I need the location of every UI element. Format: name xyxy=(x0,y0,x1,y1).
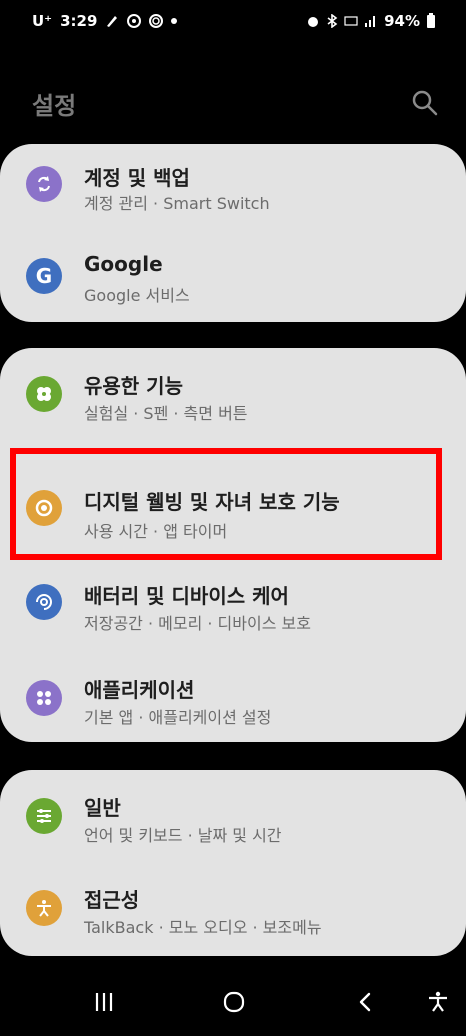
settings-group-3: 일반 언어 및 키보드 · 날짜 및 시간 접근성 TalkBack · 모노 … xyxy=(0,770,466,956)
device-care-icon xyxy=(26,584,62,620)
app-status-icon xyxy=(149,14,164,28)
bluetooth-icon xyxy=(327,14,338,28)
status-bar: U⁺ 3:29 94% xyxy=(0,0,466,44)
more-notifications-dot xyxy=(171,18,178,24)
settings-item-accessibility[interactable]: 접근성 TalkBack · 모노 오디오 · 보조메뉴 xyxy=(0,864,466,950)
home-icon[interactable] xyxy=(222,990,246,1014)
google-icon: G xyxy=(26,258,62,294)
signal-icon xyxy=(365,16,376,27)
item-subtitle: 기본 앱 · 애플리케이션 설정 xyxy=(84,708,272,727)
puzzle-icon xyxy=(26,376,62,412)
item-title: Google xyxy=(84,252,163,276)
search-icon[interactable] xyxy=(410,88,440,118)
settings-group-1: 계정 및 백업 계정 관리 · Smart Switch G Google Go… xyxy=(0,144,466,322)
pen-icon xyxy=(107,16,118,27)
accessibility-shortcut-icon[interactable] xyxy=(426,990,450,1014)
item-title: 배터리 및 디바이스 케어 xyxy=(84,584,289,608)
notification-icon xyxy=(127,14,142,28)
navigation-bar xyxy=(0,970,466,1036)
settings-item-google[interactable]: G Google Google 서비스 xyxy=(0,236,466,322)
sync-icon xyxy=(26,166,62,202)
item-title: 일반 xyxy=(84,796,121,820)
settings-item-general[interactable]: 일반 언어 및 키보드 · 날짜 및 시간 xyxy=(0,770,466,856)
item-title: 접근성 xyxy=(84,888,140,912)
item-title: 계정 및 백업 xyxy=(84,166,190,190)
settings-item-useful-features[interactable]: 유용한 기능 실험실 · S펜 · 측면 버튼 xyxy=(0,348,466,434)
time-label: 3:29 xyxy=(60,12,98,30)
alarm-icon xyxy=(308,17,319,27)
settings-item-applications[interactable]: 애플리케이션 기본 앱 · 애플리케이션 설정 xyxy=(0,652,466,738)
apps-icon xyxy=(26,680,62,716)
accessibility-icon xyxy=(26,890,62,926)
item-subtitle: 계정 관리 · Smart Switch xyxy=(84,194,270,213)
page-title: 설정 xyxy=(32,92,77,120)
carrier-label: U⁺ xyxy=(32,12,53,30)
highlight-box xyxy=(10,448,442,560)
item-title: 유용한 기능 xyxy=(84,374,183,398)
lte-icon xyxy=(344,16,358,26)
item-subtitle: 언어 및 키보드 · 날짜 및 시간 xyxy=(84,826,282,845)
settings-item-accounts[interactable]: 계정 및 백업 계정 관리 · Smart Switch xyxy=(0,144,466,230)
battery-icon xyxy=(427,13,435,28)
item-subtitle: 실험실 · S펜 · 측면 버튼 xyxy=(84,404,248,423)
item-subtitle: Google 서비스 xyxy=(84,286,190,305)
item-subtitle: TalkBack · 모노 오디오 · 보조메뉴 xyxy=(84,918,322,937)
item-subtitle: 저장공간 · 메모리 · 디바이스 보호 xyxy=(84,614,311,633)
sliders-icon xyxy=(26,798,62,834)
settings-item-battery-device-care[interactable]: 배터리 및 디바이스 케어 저장공간 · 메모리 · 디바이스 보호 xyxy=(0,560,466,646)
back-icon[interactable] xyxy=(354,990,378,1014)
item-title: 애플리케이션 xyxy=(84,678,195,702)
recent-apps-icon[interactable] xyxy=(92,990,116,1014)
battery-percent: 94% xyxy=(384,12,420,30)
